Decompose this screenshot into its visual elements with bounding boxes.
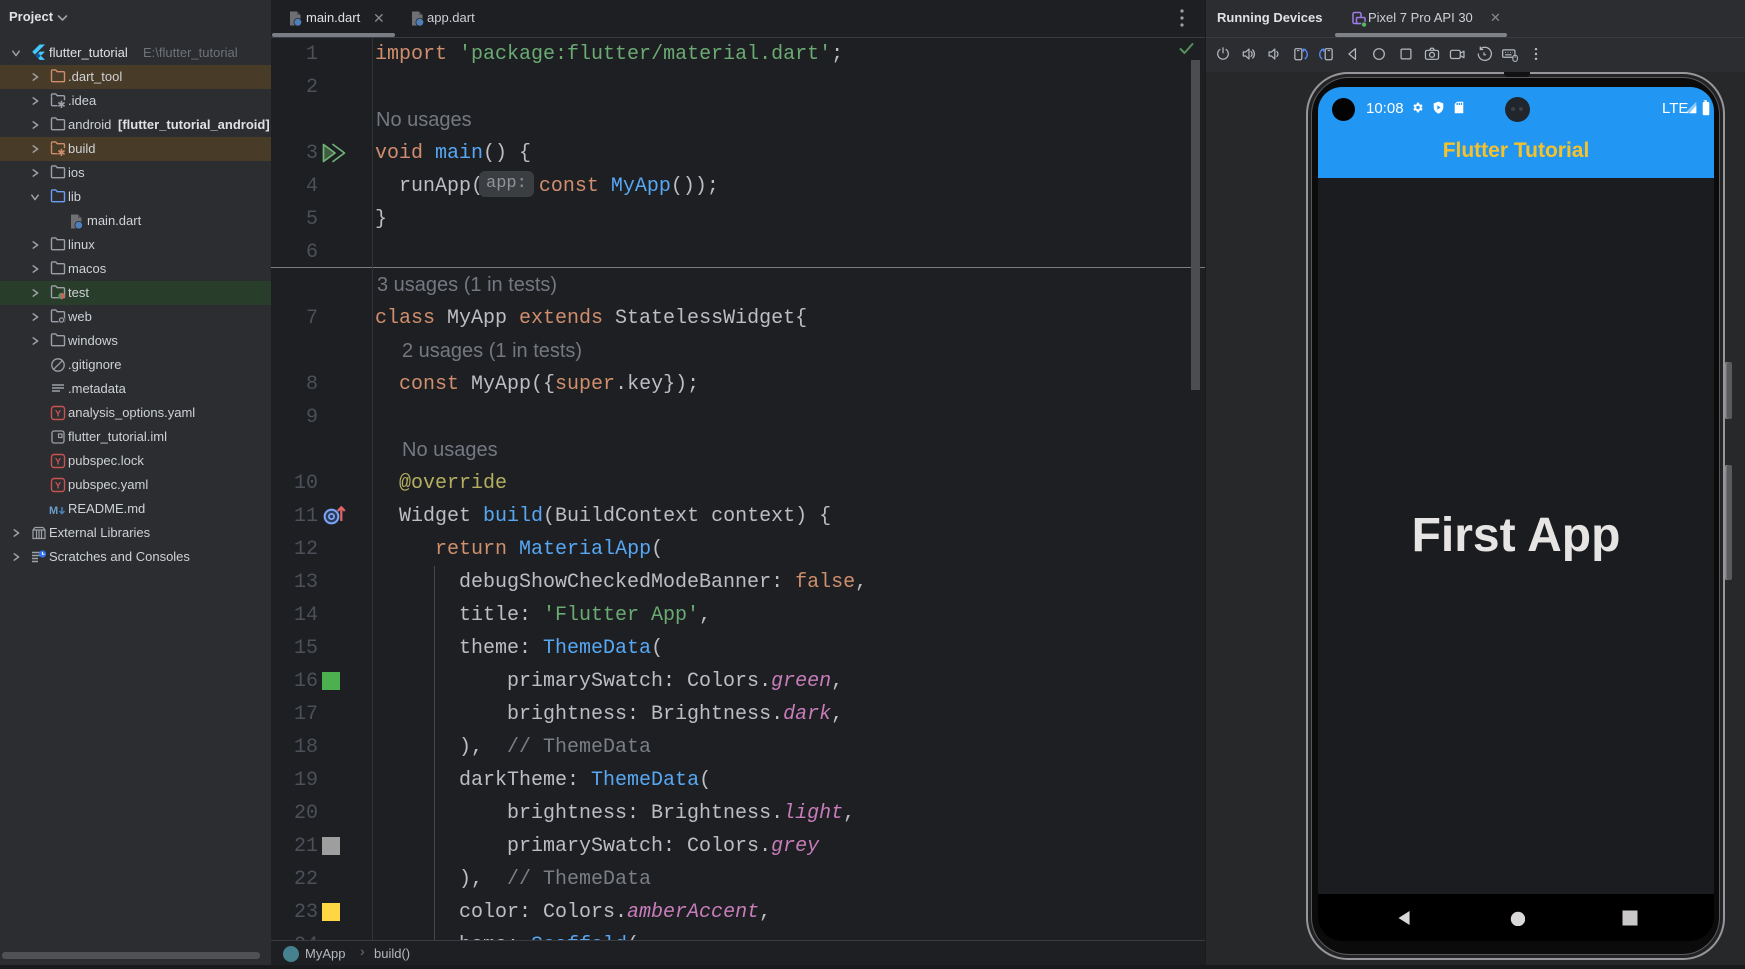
svg-text:Y: Y <box>55 457 62 468</box>
svg-text:✱: ✱ <box>57 100 65 109</box>
svg-text:M: M <box>49 505 58 517</box>
svg-text:✱: ✱ <box>57 148 65 157</box>
svg-text:Y: Y <box>55 481 62 492</box>
svg-text:Y: Y <box>55 409 62 420</box>
